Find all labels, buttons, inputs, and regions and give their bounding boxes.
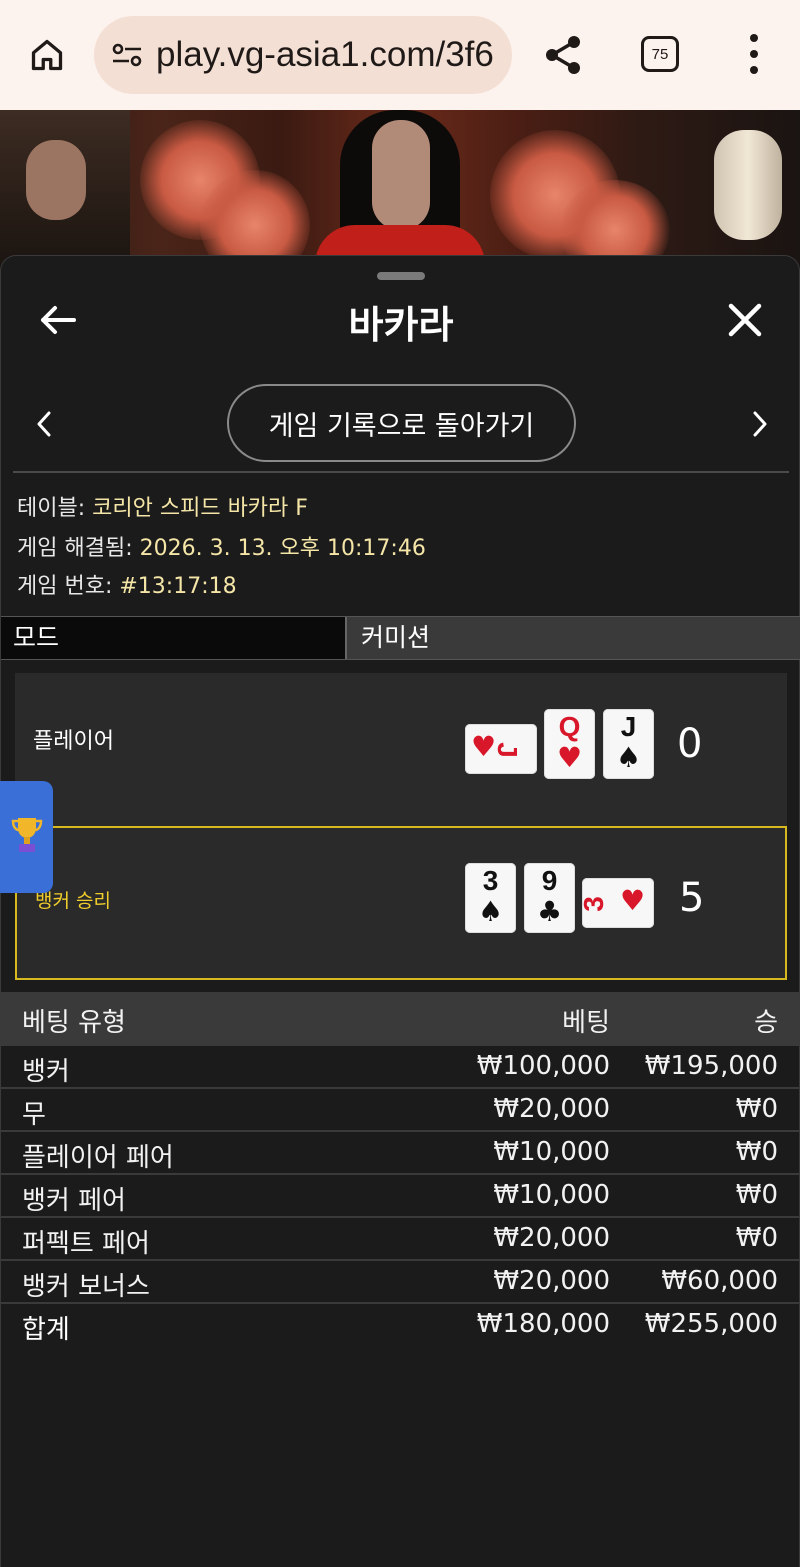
game-detail-sheet: 바카라 게임 기록으로 돌아가기 테이블: 코리안 스피드 바카라 F 게임 해…	[0, 255, 800, 1567]
banker-card-1: 3 ♠	[465, 863, 516, 933]
player-score: 0	[677, 721, 703, 767]
bet-amount: ₩10,000	[493, 1137, 610, 1167]
banker-card-2: 9 ♣	[524, 863, 575, 933]
mode-label: 모드	[1, 617, 347, 659]
table-label: 테이블:	[17, 496, 86, 521]
bet-table: 베팅 유형 베팅 승 뱅커 ₩100,000 ₩195,000 무 ₩20,00…	[0, 992, 800, 1350]
url-text: play.vg-asia1.com/3f6	[156, 35, 494, 74]
bet-type: 뱅커 보너스	[22, 1272, 150, 1302]
total-label: 합계	[22, 1315, 70, 1345]
home-icon[interactable]	[22, 32, 72, 78]
table-row: 뱅커 페어 ₩10,000 ₩0	[0, 1175, 800, 1218]
table-row: 뱅커 ₩100,000 ₩195,000	[0, 1046, 800, 1089]
header-bet: 베팅	[562, 1008, 610, 1038]
banker-hand: 뱅커 승리 3 ♠ 9 ♣ 3 ♥ 5	[15, 826, 787, 980]
total-win: ₩255,000	[644, 1309, 778, 1339]
game-number-label: 게임 번호:	[17, 574, 113, 599]
tab-switcher-button[interactable]: 75	[641, 36, 679, 72]
table-row: 플레이어 페어 ₩10,000 ₩0	[0, 1132, 800, 1175]
bet-amount: ₩20,000	[493, 1223, 610, 1253]
player-label: 플레이어	[33, 729, 114, 754]
close-icon[interactable]	[721, 296, 769, 344]
win-amount: ₩60,000	[661, 1266, 778, 1296]
sheet-drag-handle[interactable]	[377, 272, 425, 280]
player-card-2: Q ♥	[544, 709, 595, 779]
mode-bar: 모드 커미션	[1, 616, 800, 660]
bet-type: 무	[22, 1100, 46, 1130]
resolved-info: 게임 해결됨: 2026. 3. 13. 오후 10:17:46	[17, 530, 426, 562]
bet-amount: ₩20,000	[493, 1094, 610, 1124]
trophy-tab[interactable]	[0, 781, 53, 893]
url-bar[interactable]: play.vg-asia1.com/3f6	[94, 16, 512, 94]
trophy-icon	[10, 815, 44, 859]
table-row: 뱅커 보너스 ₩20,000 ₩60,000	[0, 1261, 800, 1304]
total-bet: ₩180,000	[476, 1309, 610, 1339]
resolved-value: 2026. 3. 13. 오후 10:17:46	[139, 536, 426, 561]
game-number-info: 게임 번호: #13:17:18	[17, 568, 237, 600]
live-video-feed	[0, 110, 800, 270]
divider	[13, 471, 789, 473]
game-result: 플레이어 ♥ J Q ♥ J ♠ 0 뱅커 승리 3 ♠ 9 ♣ 3 ♥ 5	[15, 673, 787, 980]
game-number-value: #13:17:18	[119, 574, 237, 599]
bet-amount: ₩100,000	[476, 1051, 610, 1081]
win-amount: ₩0	[735, 1137, 778, 1167]
table-row: 퍼펙트 페어 ₩20,000 ₩0	[0, 1218, 800, 1261]
table-value: 코리안 스피드 바카라 F	[92, 496, 308, 521]
bet-amount: ₩20,000	[493, 1266, 610, 1296]
banker-card-3: 3 ♥	[578, 878, 654, 928]
more-menu-icon[interactable]	[740, 34, 768, 74]
header-bet-type: 베팅 유형	[22, 1008, 126, 1038]
table-row: 무 ₩20,000 ₩0	[0, 1089, 800, 1132]
player-hand: 플레이어 ♥ J Q ♥ J ♠ 0	[15, 673, 787, 825]
total-row: 합계 ₩180,000 ₩255,000	[0, 1304, 800, 1350]
back-to-history-button[interactable]: 게임 기록으로 돌아가기	[227, 384, 576, 462]
player-card-3: J ♠	[603, 709, 654, 779]
header-win: 승	[754, 1008, 778, 1038]
commission-mode: 커미션	[347, 617, 800, 659]
player-card-1: ♥ J	[465, 724, 537, 774]
next-game-icon[interactable]	[745, 404, 775, 444]
banker-score: 5	[679, 875, 705, 921]
share-icon[interactable]	[540, 30, 586, 80]
bet-type: 뱅커 페어	[22, 1186, 126, 1216]
bet-type: 뱅커	[22, 1057, 70, 1087]
table-info: 테이블: 코리안 스피드 바카라 F	[17, 490, 308, 522]
win-amount: ₩0	[735, 1094, 778, 1124]
browser-toolbar: play.vg-asia1.com/3f6 75	[0, 0, 800, 110]
sheet-title: 바카라	[348, 303, 454, 347]
bet-type: 플레이어 페어	[22, 1143, 174, 1173]
win-amount: ₩0	[735, 1223, 778, 1253]
bet-amount: ₩10,000	[493, 1180, 610, 1210]
bet-type: 퍼펙트 페어	[22, 1229, 150, 1259]
site-settings-icon[interactable]	[110, 38, 144, 72]
win-amount: ₩195,000	[644, 1051, 778, 1081]
resolved-label: 게임 해결됨:	[17, 536, 133, 561]
win-amount: ₩0	[735, 1180, 778, 1210]
previous-game-icon[interactable]	[29, 404, 59, 444]
bet-table-header: 베팅 유형 베팅 승	[0, 992, 800, 1046]
